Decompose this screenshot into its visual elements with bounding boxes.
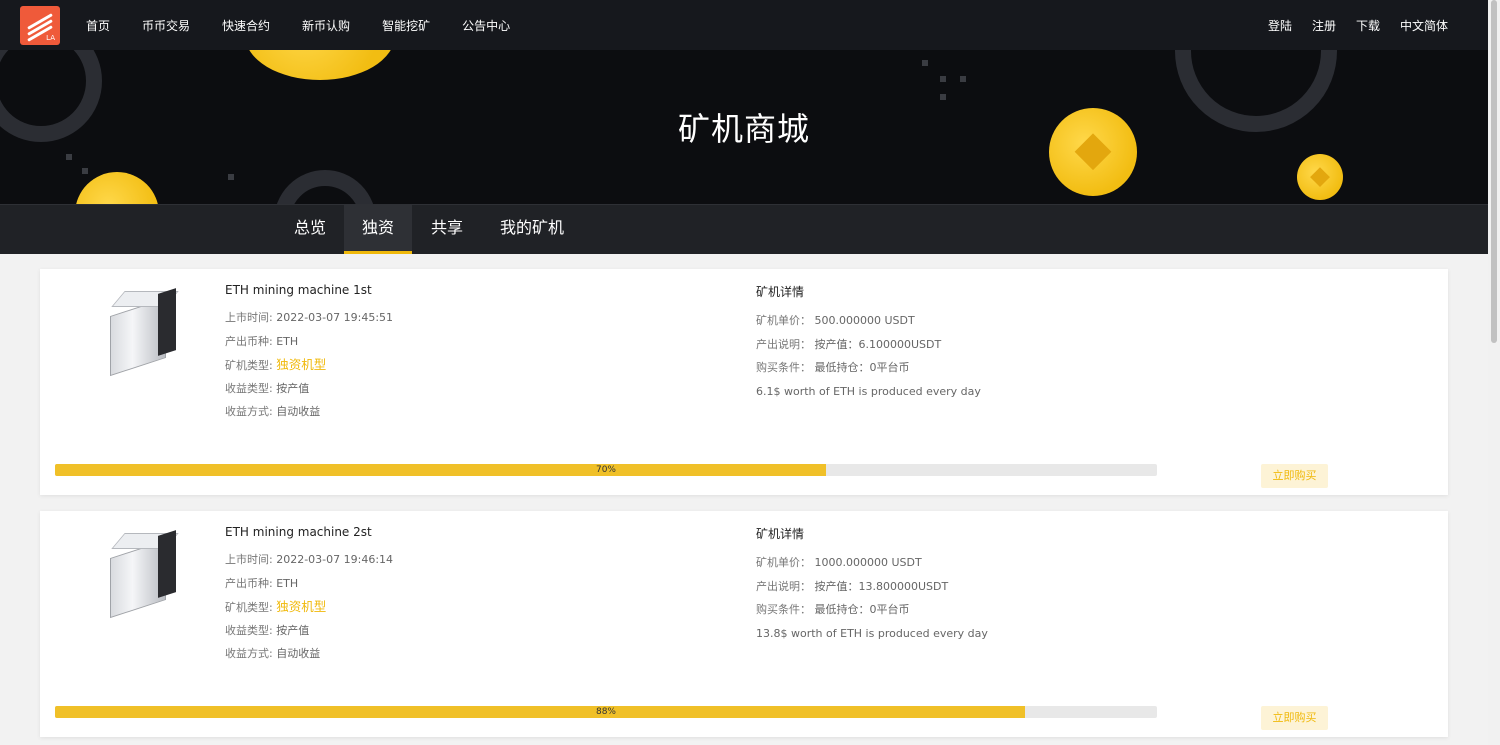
scrollbar-thumb[interactable] — [1491, 0, 1497, 343]
progress-percent: 70% — [595, 465, 616, 475]
nav-link-new-coin-subscription[interactable]: 新币认购 — [302, 17, 350, 34]
miner-info: ETH mining machine 1st 上市时间: 2022-03-07 … — [225, 283, 393, 424]
income-method-value: 自动收益 — [276, 647, 321, 660]
nav-link-announcements[interactable]: 公告中心 — [462, 17, 510, 34]
miner-details: 矿机详情 矿机单价： 500.000000 USDT 产出说明： 按产值：6.1… — [756, 283, 981, 403]
output-label: 产出说明： — [756, 579, 811, 593]
dot-decoration — [940, 76, 946, 82]
income-type-value: 按产值 — [276, 381, 310, 395]
download-link[interactable]: 下载 — [1356, 17, 1380, 34]
sales-progress-bar: 88% — [55, 706, 1157, 718]
output-note: 13.8$ worth of ETH is produced every day — [756, 626, 988, 640]
condition-value: 最低持仓：0平台币 — [814, 603, 910, 616]
launch-time-value: 2022-03-07 19:45:51 — [276, 311, 394, 324]
price-label: 矿机单价： — [756, 314, 811, 327]
condition-value: 最低持仓：0平台币 — [814, 361, 910, 374]
launch-time-value: 2022-03-07 19:46:14 — [276, 553, 394, 566]
buy-now-button[interactable]: 立即购买 — [1261, 464, 1328, 488]
condition-label: 购买条件： — [756, 361, 811, 374]
coin-decoration — [245, 50, 395, 80]
nav-link-quick-contract[interactable]: 快速合约 — [222, 17, 270, 34]
output-value: 按产值：13.800000USDT — [814, 579, 949, 593]
coin-label: 产出币种: — [225, 334, 273, 348]
tab-my-miners[interactable]: 我的矿机 — [482, 205, 582, 254]
brand-logo[interactable]: LA — [20, 6, 60, 45]
dot-decoration — [940, 94, 946, 100]
page-title: 矿机商城 — [677, 110, 810, 148]
tab-shared[interactable]: 共享 — [412, 205, 482, 254]
miner-card: ETH mining machine 2st 上市时间: 2022-03-07 … — [40, 511, 1448, 737]
condition-label: 购买条件： — [756, 603, 811, 616]
miner-details: 矿机详情 矿机单价： 1000.000000 USDT 产出说明： 按产值：13… — [756, 525, 988, 645]
mining-machine-image — [98, 288, 179, 377]
coin-value: ETH — [276, 576, 299, 590]
details-title: 矿机详情 — [756, 527, 805, 541]
user-nav: 登陆 注册 下载 中文简体 — [1248, 0, 1448, 50]
coin-label: 产出币种: — [225, 576, 273, 590]
dot-decoration — [960, 76, 966, 82]
ring-decoration — [274, 170, 376, 204]
income-type-label: 收益类型: — [225, 381, 273, 395]
type-label: 矿机类型: — [225, 601, 273, 614]
hero-banner: 矿机商城 — [0, 50, 1488, 204]
nav-link-spot-trading[interactable]: 币币交易 — [142, 17, 190, 34]
progress-percent: 88% — [595, 707, 616, 717]
coin-decoration — [75, 172, 159, 204]
dot-decoration — [228, 174, 234, 180]
tab-sole-ownership[interactable]: 独资 — [344, 205, 412, 254]
dot-decoration — [82, 168, 88, 174]
price-value: 500.000000 USDT — [814, 314, 915, 327]
launch-time-label: 上市时间: — [225, 553, 273, 566]
logo-text: LA — [46, 34, 55, 42]
price-value: 1000.000000 USDT — [814, 556, 922, 569]
dot-decoration — [66, 154, 72, 160]
type-label: 矿机类型: — [225, 359, 273, 372]
type-value: 独资机型 — [276, 599, 327, 614]
income-method-label: 收益方式: — [225, 405, 273, 418]
coin-decoration — [1297, 154, 1343, 200]
income-type-label: 收益类型: — [225, 623, 273, 637]
mining-machine-image — [98, 530, 179, 619]
dot-decoration — [922, 60, 928, 66]
nav-link-home[interactable]: 首页 — [86, 17, 110, 34]
launch-time-label: 上市时间: — [225, 311, 273, 324]
miner-info: ETH mining machine 2st 上市时间: 2022-03-07 … — [225, 525, 393, 666]
nav-link-smart-mining[interactable]: 智能挖矿 — [382, 17, 430, 34]
miner-name: ETH mining machine 1st — [225, 283, 372, 297]
details-title: 矿机详情 — [756, 285, 805, 299]
output-value: 按产值：6.100000USDT — [814, 337, 942, 351]
register-link[interactable]: 注册 — [1312, 17, 1336, 34]
main-nav: 首页 币币交易 快速合约 新币认购 智能挖矿 公告中心 — [86, 0, 542, 50]
login-link[interactable]: 登陆 — [1268, 17, 1292, 34]
buy-now-button[interactable]: 立即购买 — [1261, 706, 1328, 730]
language-selector[interactable]: 中文简体 — [1400, 17, 1448, 34]
tab-bar: 总览 独资 共享 我的矿机 — [0, 204, 1488, 254]
type-value: 独资机型 — [276, 357, 327, 372]
miner-name: ETH mining machine 2st — [225, 525, 372, 539]
page-scrollbar[interactable] — [1488, 0, 1500, 745]
income-type-value: 按产值 — [276, 623, 310, 637]
output-note: 6.1$ worth of ETH is produced every day — [756, 384, 981, 398]
top-nav: LA 首页 币币交易 快速合约 新币认购 智能挖矿 公告中心 登陆 注册 下载 … — [0, 0, 1488, 50]
income-method-value: 自动收益 — [276, 405, 321, 418]
coin-value: ETH — [276, 334, 299, 348]
miner-card: ETH mining machine 1st 上市时间: 2022-03-07 … — [40, 269, 1448, 495]
sales-progress-bar: 70% — [55, 464, 1157, 476]
output-label: 产出说明： — [756, 337, 811, 351]
tab-overview[interactable]: 总览 — [276, 205, 344, 254]
income-method-label: 收益方式: — [225, 647, 273, 660]
price-label: 矿机单价： — [756, 556, 811, 569]
